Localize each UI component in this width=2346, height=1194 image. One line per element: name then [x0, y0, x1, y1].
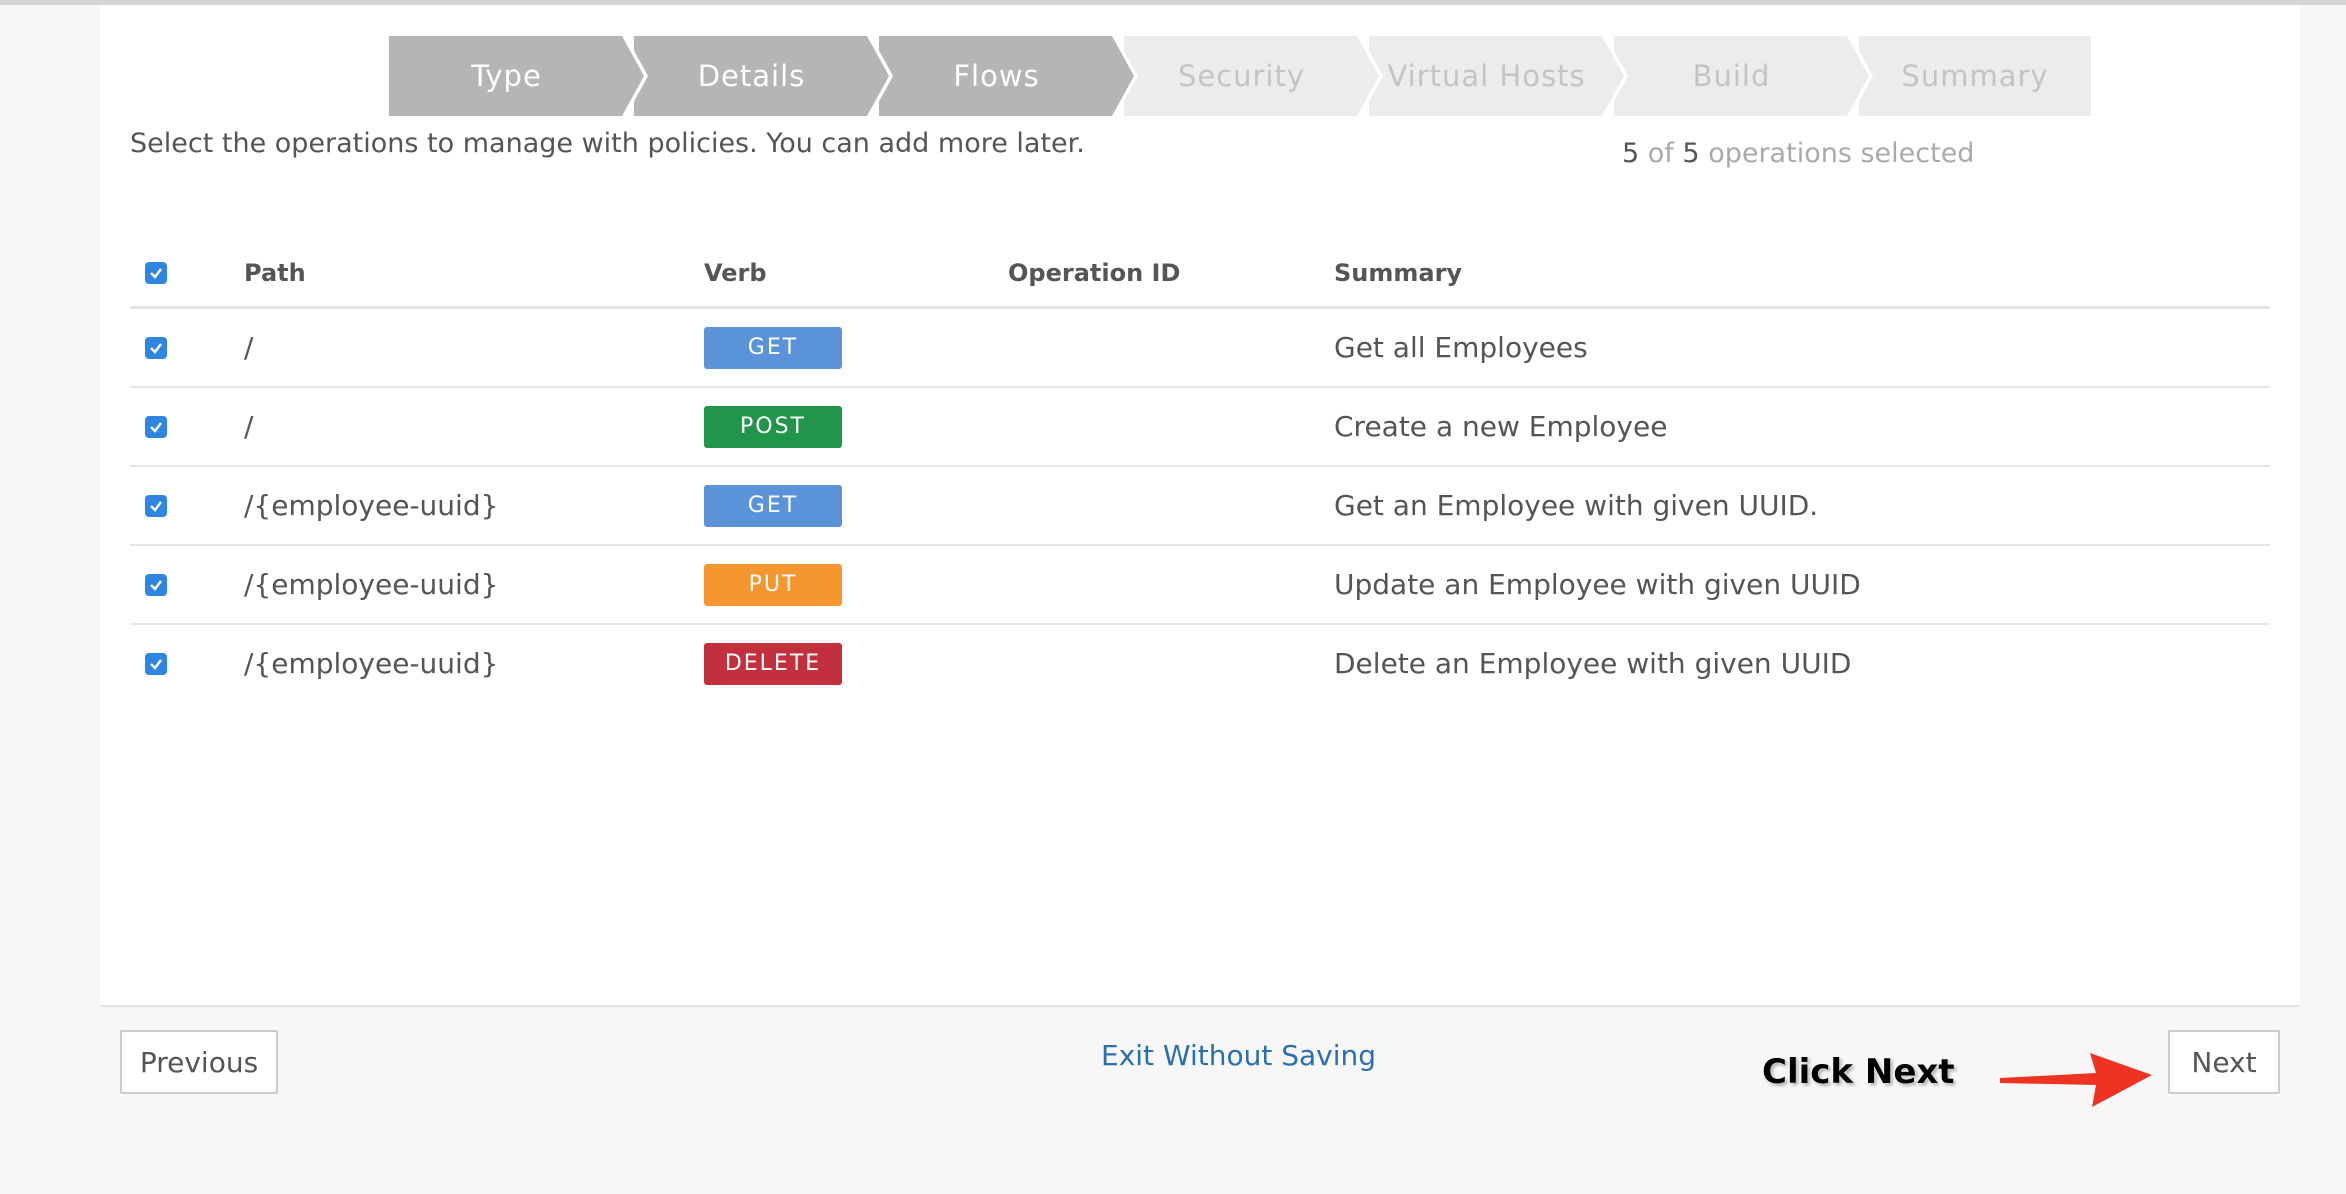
row-summary: Delete an Employee with given UUID — [1334, 647, 1852, 680]
row-checkbox[interactable] — [145, 625, 167, 702]
step-label: Virtual Hosts — [1387, 59, 1586, 93]
chevron-right-icon — [1349, 36, 1383, 116]
header-summary[interactable]: Summary — [1334, 240, 1462, 306]
verb-badge: GET — [704, 326, 842, 369]
verb-badge: GET — [704, 484, 842, 527]
step-details[interactable]: Details — [634, 36, 869, 116]
verb-cell: POST — [704, 388, 842, 465]
table-row[interactable]: /{employee-uuid} PUT Update an Employee … — [130, 546, 2270, 625]
table-row[interactable]: /{employee-uuid} GET Get an Employee wit… — [130, 467, 2270, 546]
header-verb[interactable]: Verb — [704, 240, 767, 306]
checkmark-icon — [150, 268, 162, 279]
row-summary: Get all Employees — [1334, 331, 1588, 364]
row-checkbox[interactable] — [145, 546, 167, 623]
row-checkbox[interactable] — [145, 388, 167, 465]
table-row[interactable]: /{employee-uuid} DELETE Delete an Employ… — [130, 625, 2270, 702]
chevron-right-icon — [1104, 36, 1138, 116]
step-type[interactable]: Type — [389, 36, 624, 116]
table-header-row: Path Verb Operation ID Summary — [130, 240, 2270, 309]
of-label: of — [1647, 138, 1674, 169]
row-path: /{employee-uuid} — [244, 568, 499, 601]
total-count: 5 — [1682, 138, 1700, 169]
chevron-right-icon — [1594, 36, 1628, 116]
previous-button[interactable]: Previous — [120, 1030, 278, 1094]
step-label: Security — [1177, 59, 1306, 93]
red-arrow-icon — [2000, 1053, 2152, 1107]
chevron-right-icon — [614, 36, 648, 116]
header-operation-id[interactable]: Operation ID — [1008, 240, 1180, 306]
checkmark-icon — [150, 500, 162, 512]
step-virtual-hosts[interactable]: Virtual Hosts — [1369, 36, 1604, 116]
step-label: Flows — [953, 59, 1040, 93]
select-all-checkbox[interactable] — [145, 240, 167, 306]
verb-cell: DELETE — [704, 625, 842, 702]
table-row[interactable]: / GET Get all Employees — [130, 309, 2270, 388]
row-path: /{employee-uuid} — [244, 647, 499, 680]
header-path[interactable]: Path — [244, 240, 306, 306]
next-button[interactable]: Next — [2168, 1030, 2280, 1094]
intro-text: Select the operations to manage with pol… — [130, 128, 1085, 159]
verb-badge: PUT — [704, 563, 842, 606]
step-flows[interactable]: Flows — [879, 36, 1114, 116]
operations-table: Path Verb Operation ID Summary / GET Get… — [130, 240, 2270, 702]
selected-count: 5 — [1622, 138, 1640, 169]
wizard-footer: Previous Exit Without Saving Next — [100, 1005, 2300, 1117]
step-security[interactable]: Security — [1124, 36, 1359, 116]
step-label: Type — [471, 59, 542, 93]
verb-badge: DELETE — [704, 642, 842, 685]
selection-suffix: operations selected — [1708, 138, 1975, 169]
row-checkbox[interactable] — [145, 467, 167, 544]
row-summary: Create a new Employee — [1334, 410, 1668, 443]
checkmark-icon — [150, 342, 162, 354]
row-summary: Update an Employee with given UUID — [1334, 568, 1861, 601]
step-label: Summary — [1901, 59, 2049, 93]
row-checkbox[interactable] — [145, 309, 167, 386]
checkmark-icon — [150, 421, 162, 433]
selection-count: 5 of 5 operations selected — [1622, 138, 1974, 169]
step-build[interactable]: Build — [1614, 36, 1849, 116]
verb-badge: POST — [704, 405, 842, 448]
annotation-text: Click Next — [1762, 1052, 1955, 1092]
chevron-right-icon — [1839, 36, 1873, 116]
row-path: / — [244, 331, 254, 364]
step-label: Build — [1692, 59, 1771, 93]
exit-without-saving-link[interactable]: Exit Without Saving — [1101, 1039, 1376, 1072]
row-path: / — [244, 410, 254, 443]
verb-cell: GET — [704, 467, 842, 544]
step-summary[interactable]: Summary — [1859, 36, 2091, 116]
wizard-steps: Type Details Flows Security Virtual Host… — [389, 36, 2091, 116]
row-summary: Get an Employee with given UUID. — [1334, 489, 1819, 522]
checkmark-icon — [150, 658, 162, 670]
verb-cell: PUT — [704, 546, 842, 623]
checkmark-icon — [150, 579, 162, 591]
table-row[interactable]: / POST Create a new Employee — [130, 388, 2270, 467]
verb-cell: GET — [704, 309, 842, 386]
step-label: Details — [697, 59, 806, 93]
chevron-right-icon — [859, 36, 893, 116]
row-path: /{employee-uuid} — [244, 489, 499, 522]
